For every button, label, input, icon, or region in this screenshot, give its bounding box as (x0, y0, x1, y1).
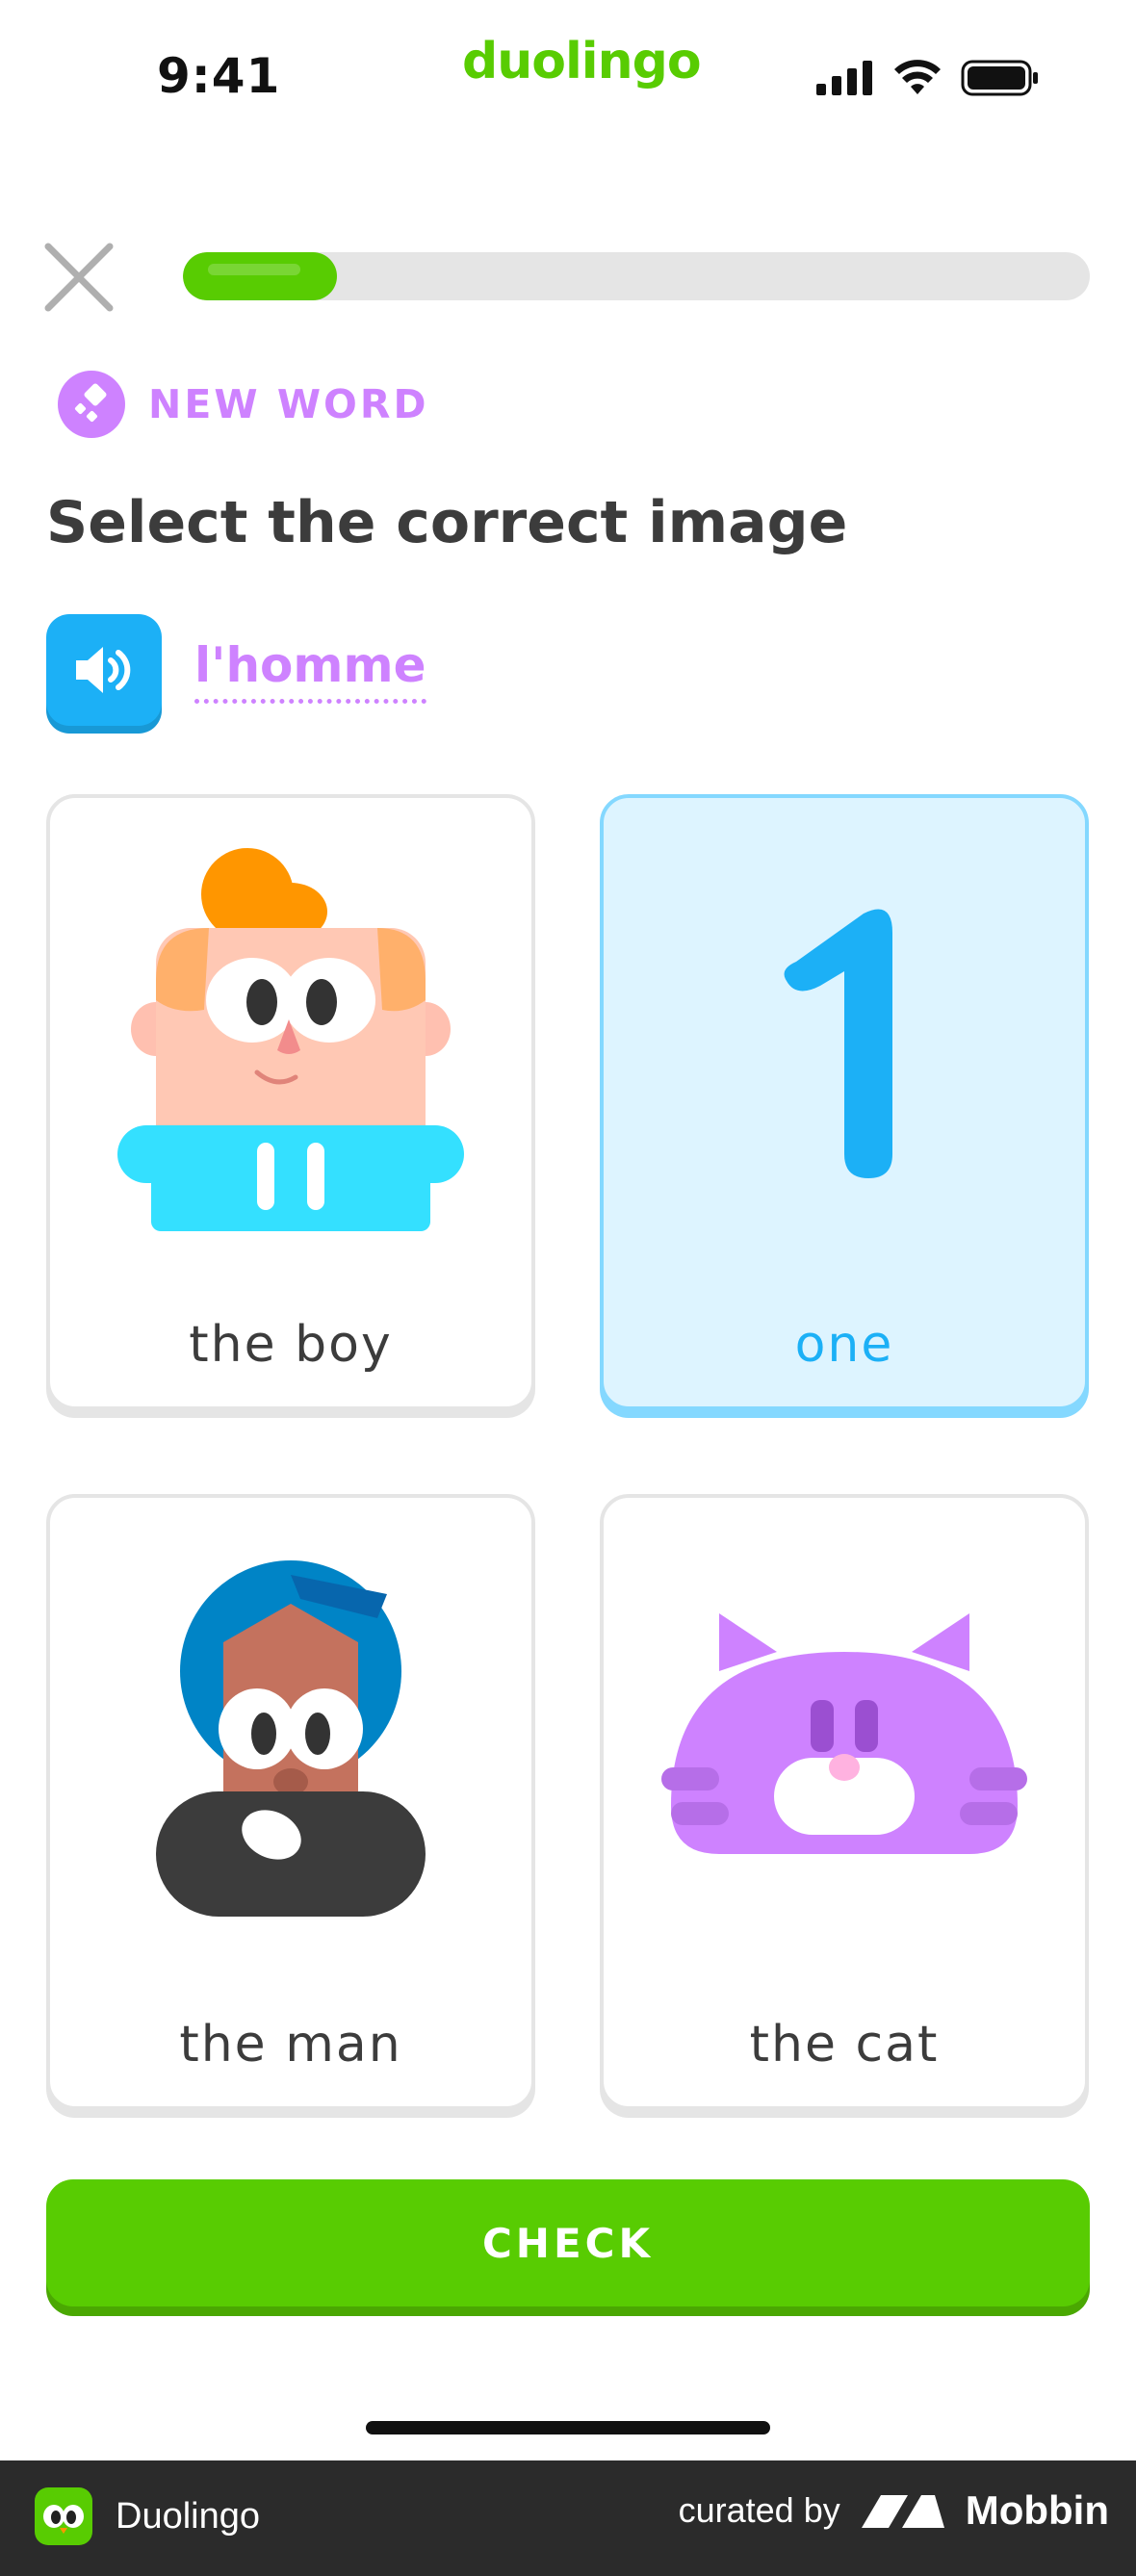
lesson-progress-bar (183, 252, 1090, 300)
boy-illustration (50, 798, 531, 1279)
exercise-prompt: Select the correct image (46, 489, 848, 556)
status-bar: 9:41 duolingo (0, 0, 1136, 144)
close-icon (44, 243, 114, 312)
wifi-icon (894, 60, 941, 94)
cat-illustration (604, 1498, 1085, 1979)
choice-label: the boy (189, 1316, 393, 1374)
choice-card-the-cat[interactable]: the cat (600, 1494, 1089, 2110)
new-word-label: NEW WORD (148, 381, 429, 427)
battery-icon (961, 60, 1038, 96)
choice-label: the man (179, 2016, 402, 2074)
footer-bar: Duolingo curated by Mobbin (0, 2460, 1136, 2576)
curated-by-label: curated by (678, 2490, 840, 2530)
play-audio-button[interactable] (46, 614, 162, 726)
progress-highlight (208, 264, 301, 275)
man-illustration (50, 1498, 531, 1979)
footer-app: Duolingo (35, 2487, 260, 2545)
home-indicator[interactable] (366, 2421, 770, 2434)
choice-card-one[interactable]: one (600, 794, 1089, 1410)
footer-credit: curated by Mobbin (679, 2487, 1109, 2534)
lesson-progress-fill (183, 252, 338, 300)
check-button-label: CHECK (481, 2219, 655, 2267)
check-button[interactable]: CHECK (46, 2179, 1090, 2306)
number-one-illustration (604, 798, 1085, 1279)
system-icons (816, 60, 1040, 96)
mobbin-logo-icon (861, 2495, 944, 2528)
choice-card-the-boy[interactable]: the boy (46, 794, 535, 1410)
status-time: 9:41 (157, 48, 281, 104)
choice-label: the cat (749, 2016, 940, 2074)
audio-word-row: l'homme (46, 614, 426, 726)
duolingo-app-icon (35, 2487, 92, 2545)
footer-app-name: Duolingo (116, 2495, 260, 2537)
choice-card-the-man[interactable]: the man (46, 1494, 535, 2110)
new-word-badge: NEW WORD (58, 371, 429, 438)
close-button[interactable] (40, 239, 117, 316)
new-word-icon (58, 371, 125, 438)
mobbin-brand: Mobbin (965, 2487, 1109, 2533)
brand-logo-text: duolingo (462, 33, 702, 90)
choice-label: one (794, 1316, 894, 1374)
target-word[interactable]: l'homme (194, 637, 426, 704)
cellular-signal-icon (816, 61, 872, 95)
speaker-icon (76, 647, 131, 693)
